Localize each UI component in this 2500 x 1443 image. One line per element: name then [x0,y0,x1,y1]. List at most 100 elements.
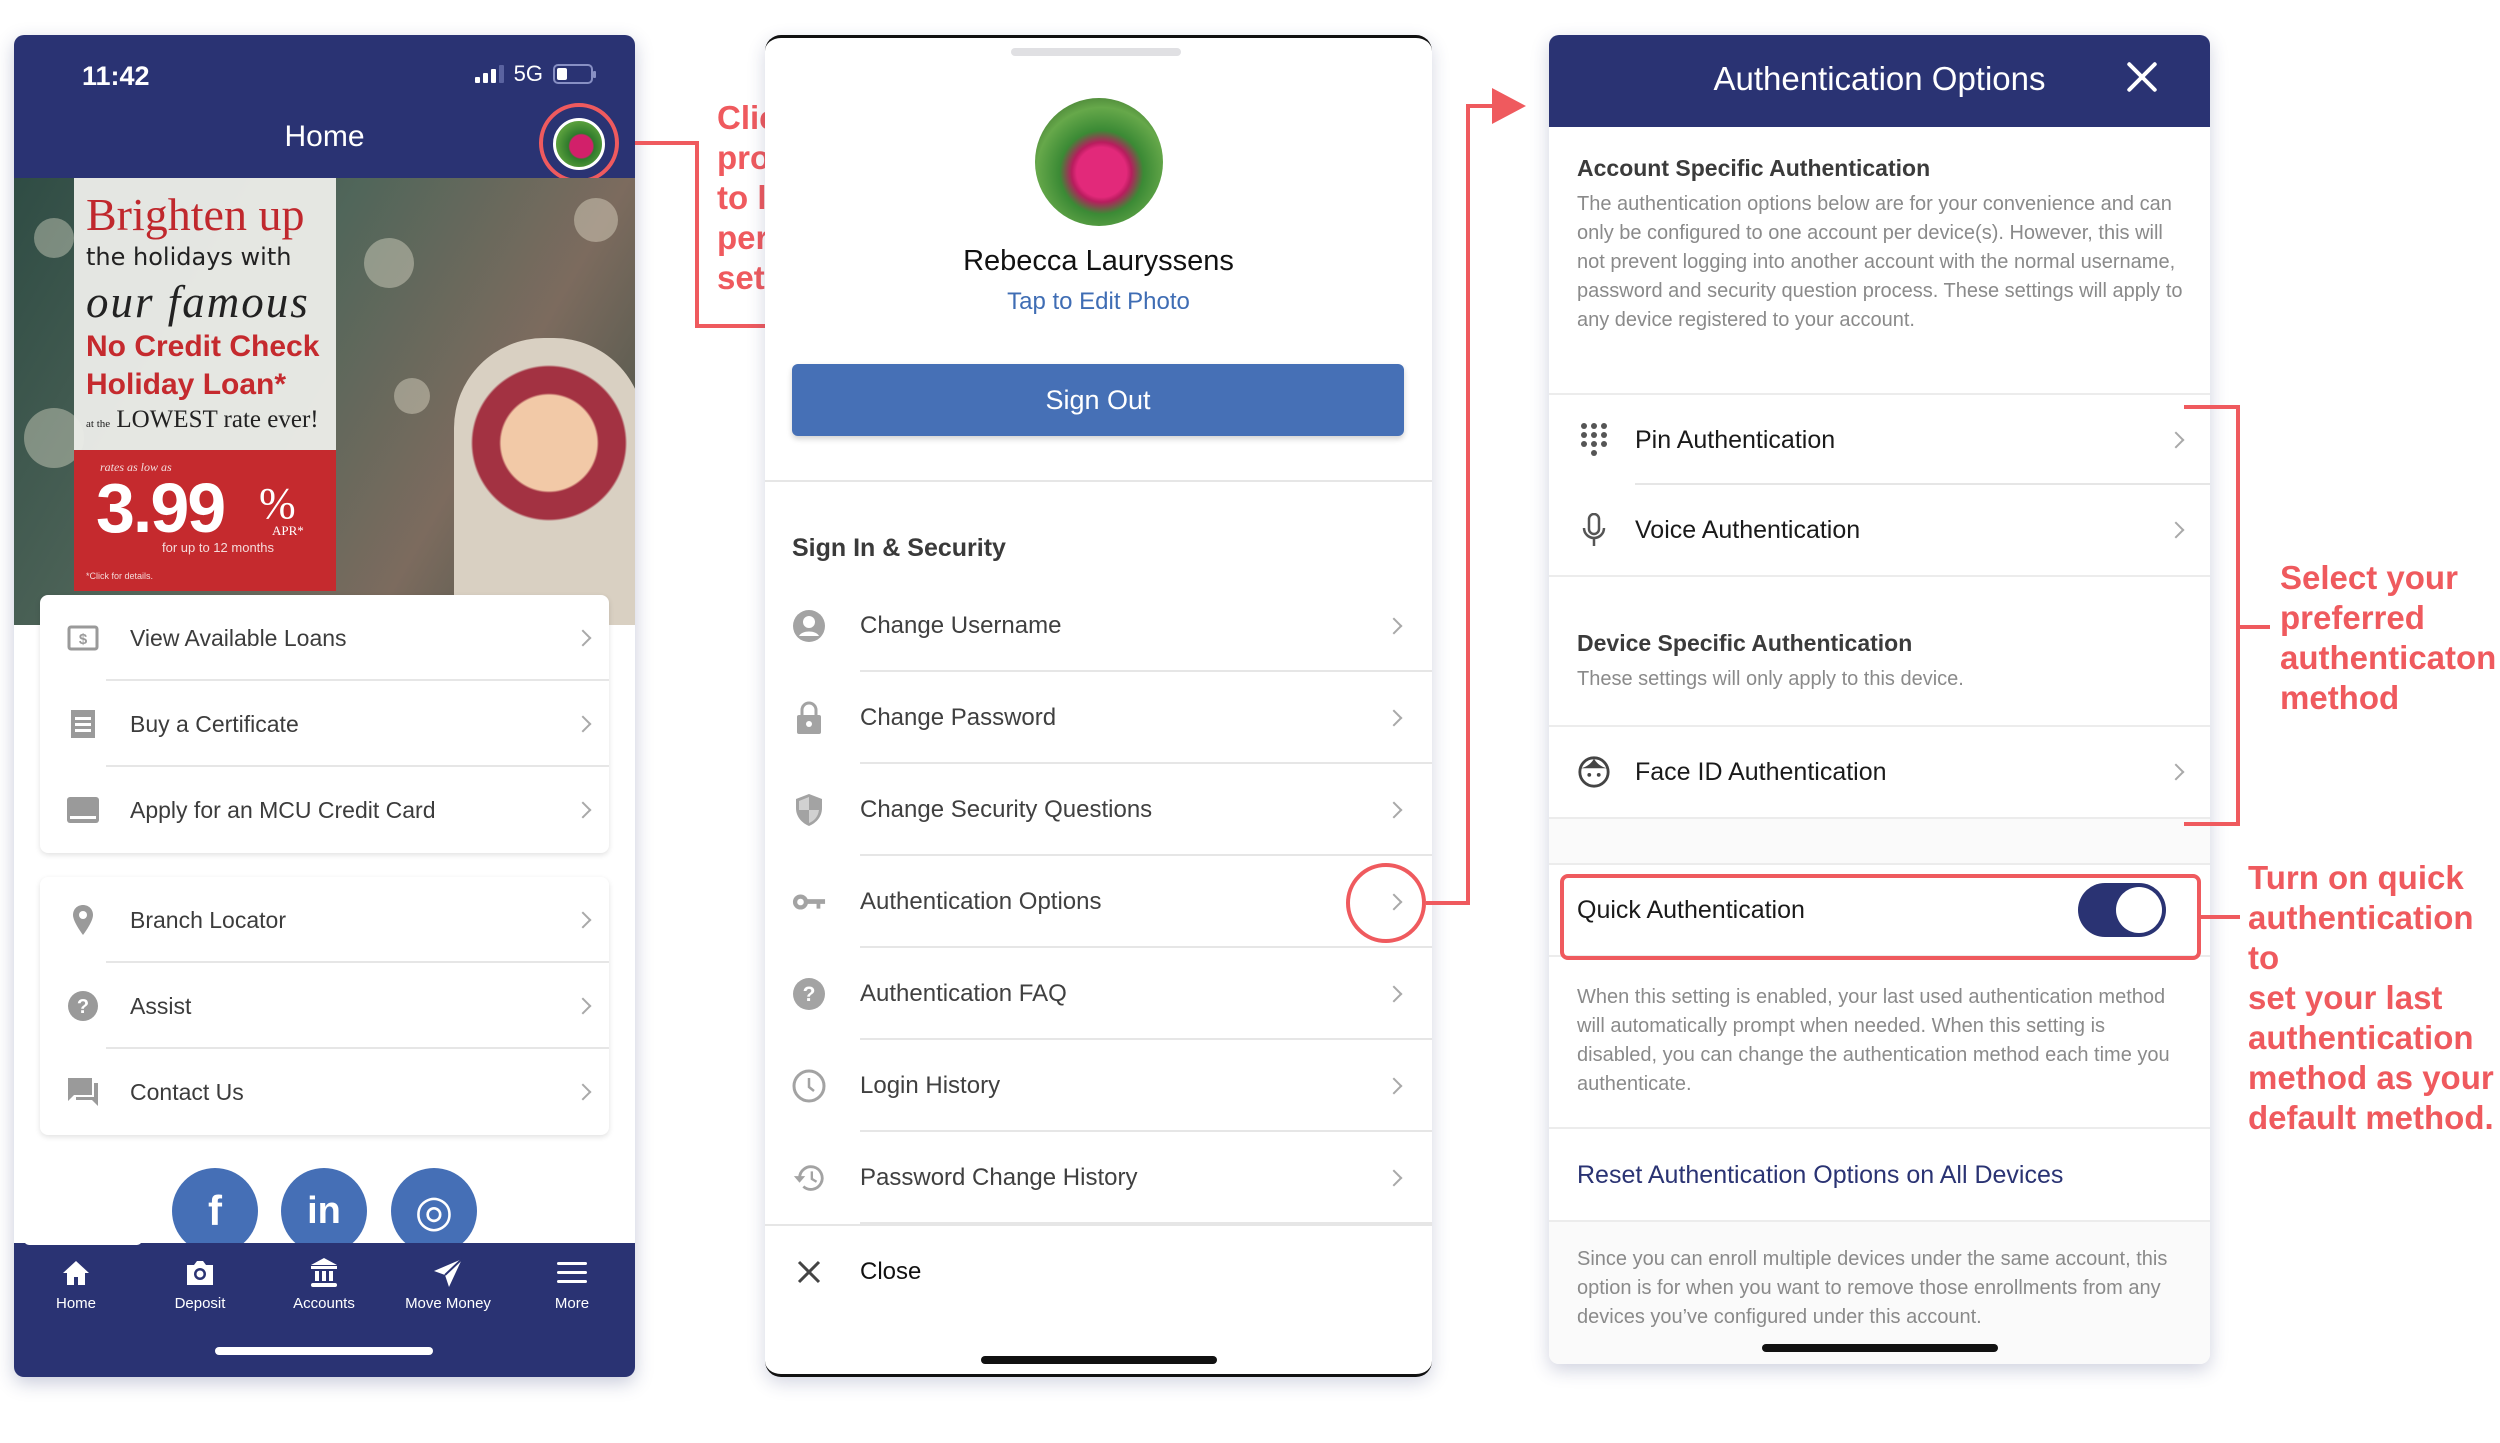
chevron-right-icon [574,629,592,647]
chevron-right-icon [574,997,592,1015]
item-label: Password Change History [860,1164,1138,1191]
help-circle-icon: ? [66,989,100,1023]
key-icon [792,885,826,919]
nav-label: Deposit [174,1295,226,1312]
history-icon [792,1161,826,1195]
rate-term: for up to 12 months [162,540,275,555]
bracket-line [2184,405,2240,409]
item-password-change-history[interactable]: Password Change History [765,1132,1432,1224]
annotation-line: preferred [2280,599,2425,636]
connector-line [1426,901,1470,905]
banner-footnote: *Click for details. [86,571,154,581]
microphone-icon [1577,513,1611,547]
home-screen: 11:42 5G Home Brighten up the holidays w… [14,35,635,1377]
annotation-line: authentication to [2248,899,2474,976]
item-voice-authentication[interactable]: Voice Authentication [1549,485,2210,575]
item-authentication-faq[interactable]: ? Authentication FAQ [765,948,1432,1040]
item-label: Change Security Questions [860,796,1153,823]
instagram-button[interactable]: ◎ [391,1168,477,1254]
sheet-grabber[interactable] [1011,48,1181,56]
menu-item-branch-locator[interactable]: Branch Locator [40,877,609,963]
bracket-line [2240,625,2270,629]
menu-item-buy-certificate[interactable]: Buy a Certificate [40,681,609,767]
security-list: Change Username Change Password Change S… [765,580,1432,1230]
chevron-right-icon [1385,1169,1403,1187]
connector-line [635,141,699,145]
facebook-icon: f [208,1187,222,1234]
nav-home[interactable]: Home [14,1255,138,1312]
item-authentication-options[interactable]: Authentication Options [765,856,1432,948]
network-label: 5G [513,61,543,86]
linkedin-icon: in [307,1189,341,1232]
nav-label: Move Money [405,1295,491,1312]
nav-tab-indicator [24,1233,142,1245]
account-section-description: The authentication options below are for… [1577,193,2183,331]
chevron-right-icon [574,801,592,819]
annotation-box-quick-auth [1560,874,2201,960]
bracket-line [2236,405,2240,826]
nav-deposit[interactable]: Deposit [138,1255,262,1312]
sign-out-button[interactable]: Sign Out [792,364,1404,436]
menu-icon [510,1255,634,1291]
item-face-id-authentication[interactable]: Face ID Authentication [1549,727,2210,817]
profile-sheet: Rebecca Lauryssens Tap to Edit Photo Sig… [765,35,1432,1377]
reset-authentication-link[interactable]: Reset Authentication Options on All Devi… [1577,1161,2063,1190]
menu-item-contact-us[interactable]: Contact Us [40,1049,609,1135]
authentication-options-screen: Authentication Options Account Specific … [1549,35,2210,1364]
annotation-line: authenticaton [2280,639,2497,676]
banner-tagline-prefix: at the [86,418,111,430]
linkedin-button[interactable]: in [281,1168,367,1254]
menu-item-label: Contact Us [130,1078,244,1105]
menu-item-credit-card[interactable]: Apply for an MCU Credit Card [40,767,609,853]
menu-item-label: Buy a Certificate [130,710,299,737]
menu-item-label: Assist [130,992,192,1019]
divider [1549,1127,2210,1129]
nav-label: Home [55,1295,96,1312]
annotation-quick-auth: Turn on quick authentication to set your… [2248,858,2500,1138]
menu-item-label: Branch Locator [130,906,286,933]
menu-item-assist[interactable]: ? Assist [40,963,609,1049]
annotation-line: method [2280,679,2400,716]
edit-photo-link[interactable]: Tap to Edit Photo [765,288,1432,316]
item-label: Change Password [860,704,1057,731]
user-name: Rebecca Lauryssens [963,245,1234,277]
annotation-preferred-method: Select your preferred authenticaton meth… [2280,558,2496,718]
chevron-right-icon [1385,1077,1403,1095]
item-login-history[interactable]: Login History [765,1040,1432,1132]
item-change-security-questions[interactable]: Change Security Questions [765,764,1432,856]
menu-item-label: Apply for an MCU Credit Card [130,796,436,823]
facebook-button[interactable]: f [172,1168,258,1254]
user-circle-icon [792,609,826,643]
banner-tagline-text: LOWEST rate ever! [116,406,319,433]
device-section-heading: Device Specific Authentication [1577,630,1913,656]
promo-banner[interactable]: Brighten up the holidays with our famous… [14,178,635,625]
close-button[interactable]: Close [765,1226,1432,1318]
banner-text: the holidays with [86,243,292,271]
chevron-right-icon [1385,709,1403,727]
nav-move-money[interactable]: Move Money [386,1255,510,1312]
svg-text:$: $ [79,631,88,648]
item-pin-authentication[interactable]: Pin Authentication [1549,395,2210,485]
item-change-username[interactable]: Change Username [765,580,1432,672]
item-change-password[interactable]: Change Password [765,672,1432,764]
banner-product: No Credit Check Holiday Loan* [86,328,319,404]
page-title: Authentication Options [1713,60,2046,97]
section-title: Sign In & Security [792,534,1006,562]
chevron-right-icon [574,1083,592,1101]
chevron-right-icon [1385,985,1403,1003]
banner-photo [454,338,635,625]
home-indicator [1762,1344,1998,1352]
item-label: Face ID Authentication [1635,757,1887,786]
chevron-right-icon [574,715,592,733]
profile-photo[interactable] [1035,98,1163,226]
chat-icon [66,1075,100,1109]
help-circle-icon: ? [792,977,826,1011]
nav-more[interactable]: More [510,1255,634,1312]
instagram-icon: ◎ [414,1186,454,1236]
menu-item-view-loans[interactable]: $ View Available Loans [40,595,609,681]
close-icon[interactable] [2122,57,2162,97]
nav-accounts[interactable]: Accounts [262,1255,386,1312]
support-menu: Branch Locator ? Assist Contact Us [40,877,609,1135]
close-label: Close [860,1258,922,1285]
annotation-circle-avatar [539,103,619,183]
